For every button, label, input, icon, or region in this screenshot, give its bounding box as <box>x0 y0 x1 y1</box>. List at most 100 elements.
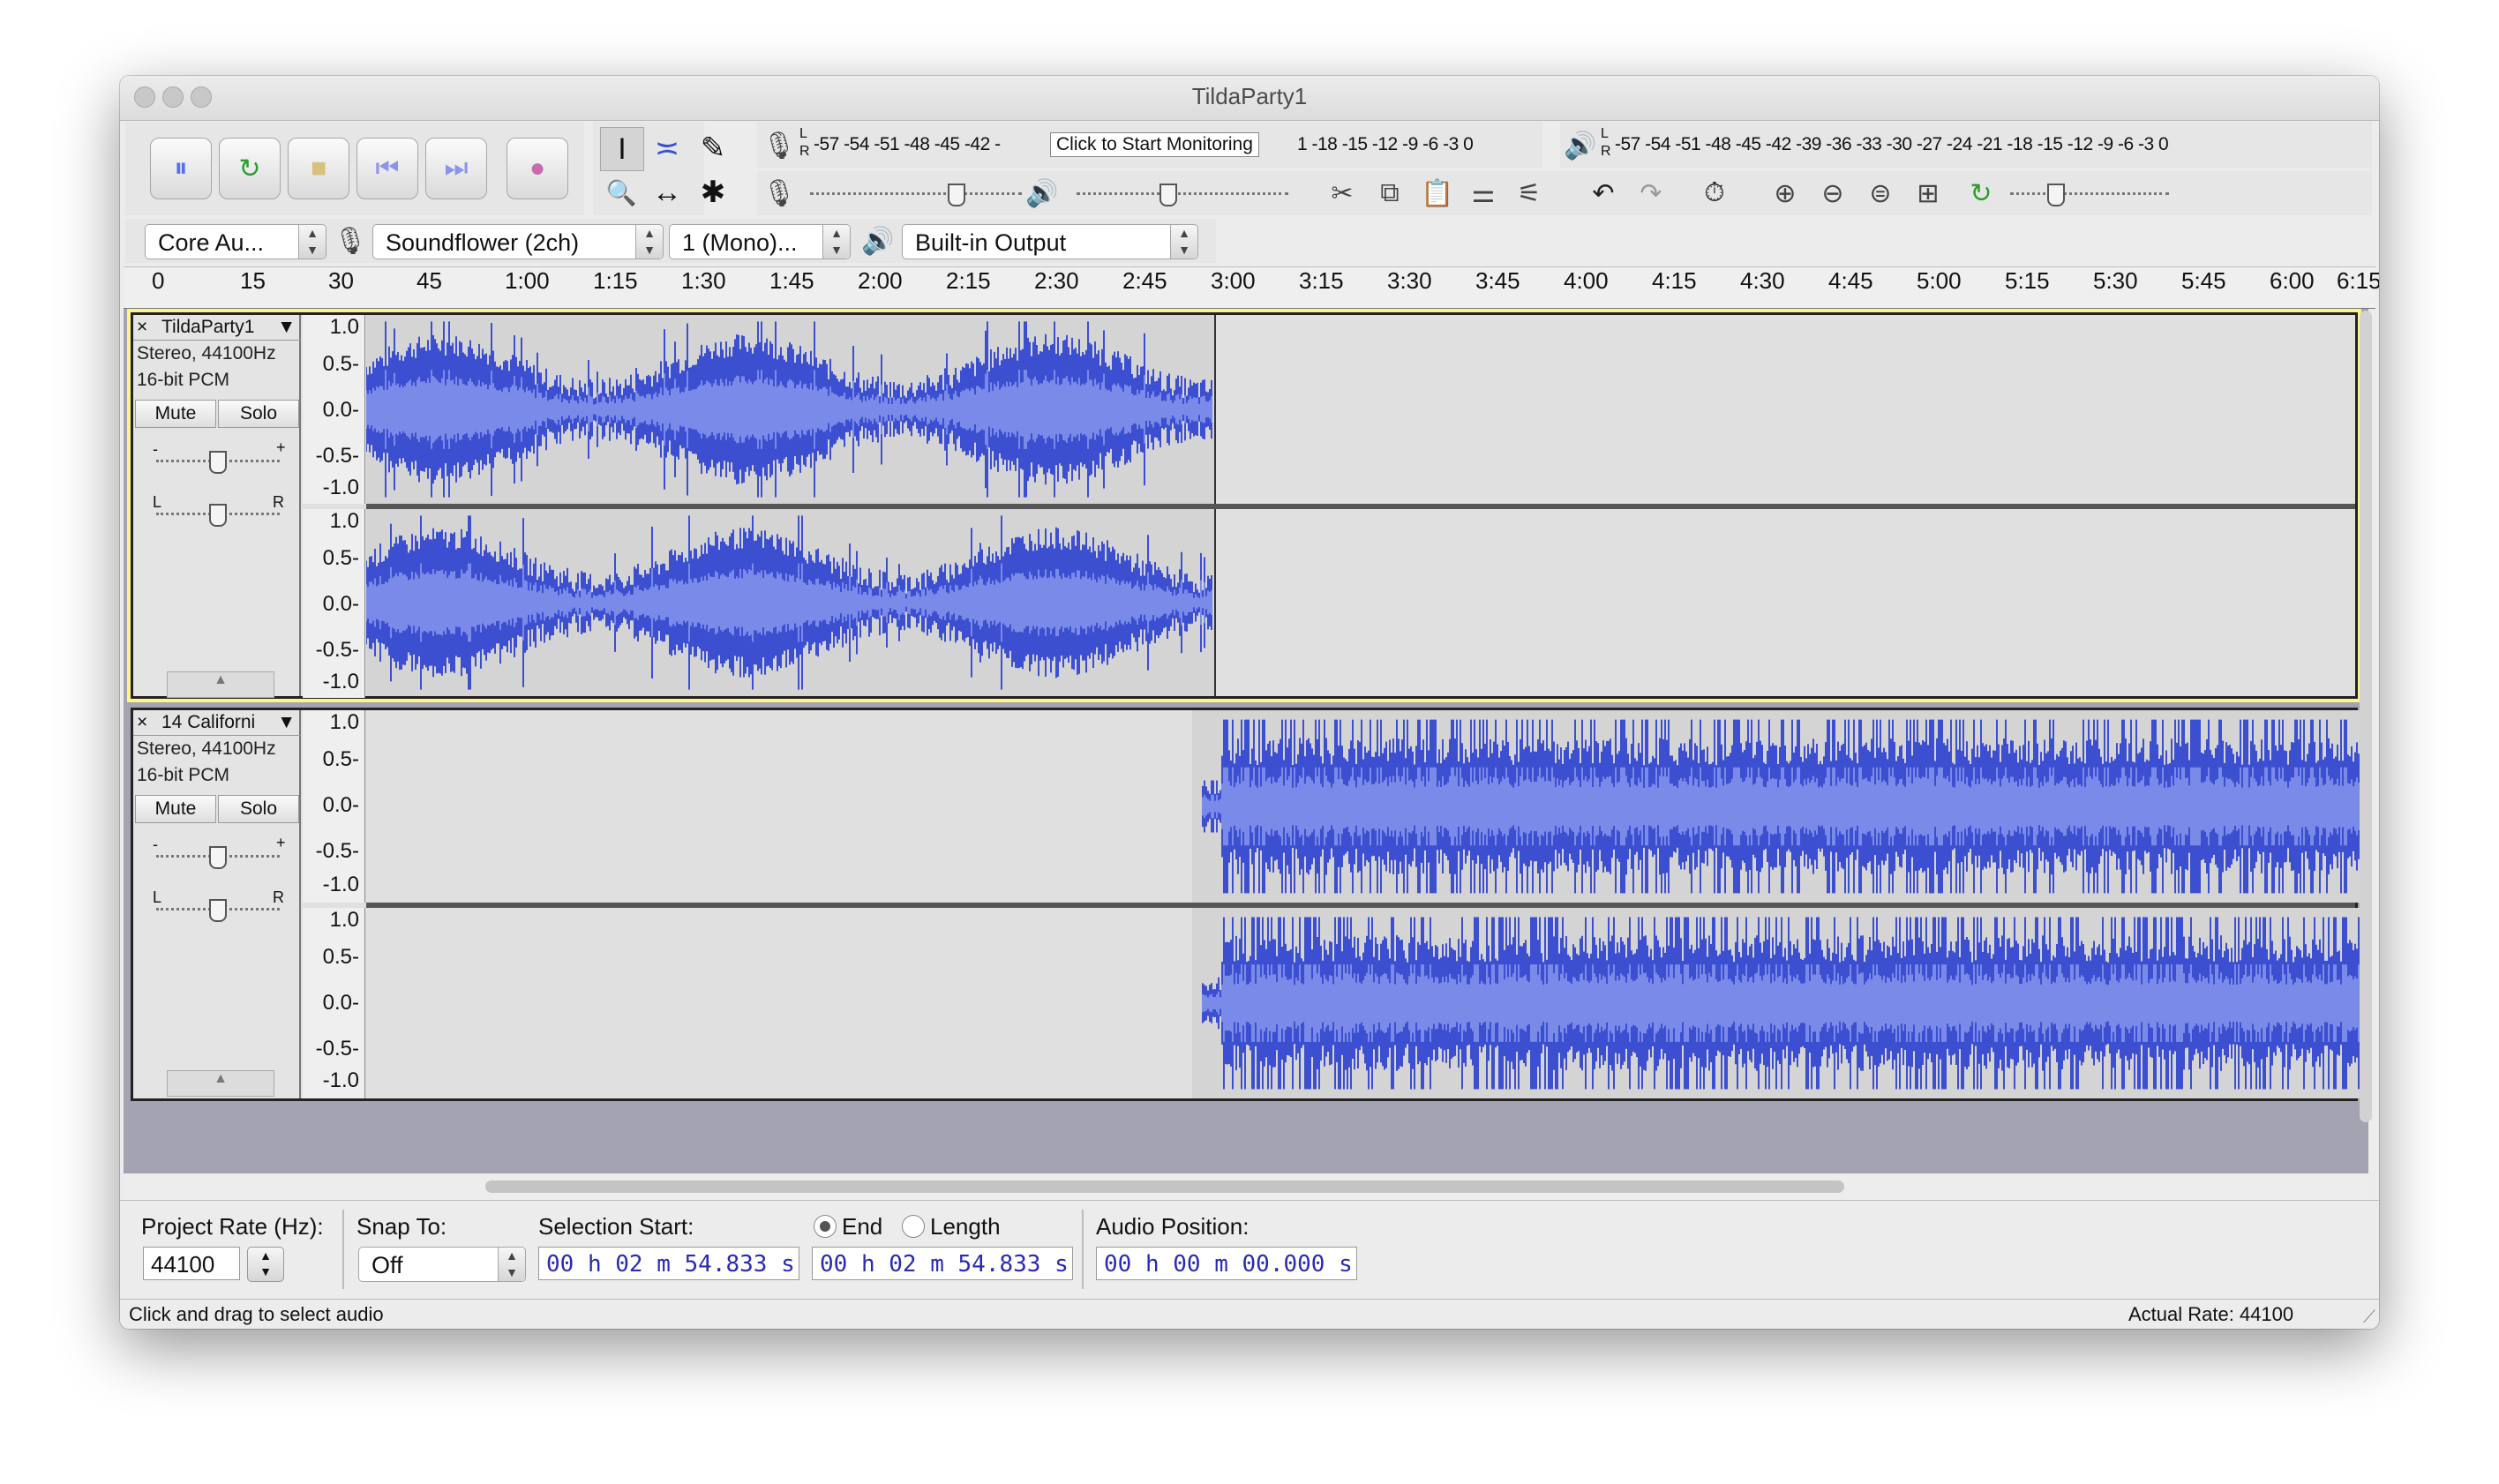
track-name-bar[interactable]: × 14 Californi ▼ <box>133 710 301 736</box>
waveform-channel-right[interactable] <box>365 509 2355 696</box>
play-speed-slider[interactable] <box>2010 192 2169 195</box>
trim-audio-icon[interactable]: ⚌ <box>1463 173 1504 214</box>
record-meter-scale-tail[interactable]: 1 -18 -15 -12 -9 -6 -3 0 <box>1297 127 1474 162</box>
gain-minus-label: - <box>153 836 158 853</box>
track-menu-dropdown-icon[interactable]: ▼ <box>277 710 296 735</box>
horizontal-scrollbar[interactable] <box>124 1173 2368 1200</box>
multi-tool[interactable]: ✱ <box>692 171 734 214</box>
cut-icon[interactable]: ✂ <box>1322 173 1362 214</box>
zoom-in-icon[interactable]: ⊕ <box>1765 173 1805 214</box>
track-name-bar[interactable]: × TildaParty1 ▼ <box>133 315 301 341</box>
draw-tool[interactable]: ✎ <box>692 127 734 169</box>
transport-toolbar: ⏸ ↻ ■ ⏮ ⏭ ● <box>125 122 584 215</box>
divider <box>342 1210 344 1289</box>
paste-icon[interactable]: 📋 <box>1417 173 1458 214</box>
recording-device-select[interactable]: Soundflower (2ch) ▲ ▼ <box>372 224 664 259</box>
play-at-speed-icon[interactable]: ↻ <box>1961 173 2001 214</box>
output-volume-thumb[interactable] <box>1159 184 1177 206</box>
timeline-ruler[interactable]: 0 15 30 45 1:00 1:15 1:30 1:45 2:00 2:15 2:30 2:45 3… <box>124 266 2379 309</box>
snap-to-select[interactable]: Off ▲ ▼ <box>358 1247 526 1282</box>
mute-button[interactable]: Mute <box>135 400 216 428</box>
recording-channels-select[interactable]: 1 (Mono)... ▲ ▼ <box>669 224 851 259</box>
end-radio[interactable] <box>814 1215 837 1238</box>
amplitude-ruler-left: 1.0 0.5- 0.0- -0.5- -1.0 <box>303 710 365 903</box>
skip-to-end-button[interactable]: ⏭ <box>425 138 487 199</box>
record-meter-scale[interactable]: -57 -54 -51 -48 -45 -42 - <box>814 127 1001 162</box>
horizontal-scrollbar-thumb[interactable] <box>485 1180 1844 1193</box>
input-volume-thumb[interactable] <box>948 184 965 206</box>
redo-icon[interactable]: ↷ <box>1631 173 1671 214</box>
track-format: Stereo, 44100Hz <box>137 343 276 364</box>
pan-slider-thumb[interactable] <box>209 504 227 527</box>
stop-button[interactable]: ■ <box>288 138 349 199</box>
selection-toolbar: Project Rate (Hz): 44100 ▲ ▼ Snap To: Off… <box>120 1200 2379 1300</box>
collapse-track-button[interactable]: ▲ <box>167 671 274 698</box>
playback-meter-scale[interactable]: -57 -54 -51 -48 -45 -42 -39 -36 -33 -30 … <box>1615 127 2169 162</box>
status-message: Click and drag to select audio <box>129 1303 384 1325</box>
zoom-out-icon[interactable]: ⊖ <box>1812 173 1853 214</box>
waveform-channel-left[interactable] <box>366 710 2360 903</box>
time-shift-tool[interactable]: ↔ <box>646 171 688 214</box>
silence-audio-icon[interactable]: ⚟ <box>1509 173 1550 214</box>
mute-button[interactable]: Mute <box>135 795 216 823</box>
waveform-channel-left[interactable] <box>365 315 2355 504</box>
ruler-tick-label: 4:30 <box>1740 267 1785 294</box>
copy-icon[interactable]: ⧉ <box>1370 173 1410 214</box>
selection-end-time[interactable]: 00 h 02 m 54.833 s <box>812 1247 1073 1280</box>
audio-track[interactable]: × 14 Californi ▼ Stereo, 44100Hz 16-bit … <box>131 708 2360 1101</box>
ruler-tick-label: 1:00 <box>505 267 550 294</box>
chevron-updown-icon: ▲ ▼ <box>635 225 663 259</box>
selection-tool[interactable]: I <box>600 127 644 171</box>
play-speed-thumb[interactable] <box>2047 184 2065 206</box>
fit-project-icon[interactable]: ⊞ <box>1908 173 1948 214</box>
gain-slider-thumb[interactable] <box>209 451 227 474</box>
pan-left-label: L <box>153 493 162 511</box>
audio-track[interactable]: × TildaParty1 ▼ Stereo, 44100Hz 16-bit P… <box>127 309 2361 702</box>
undo-icon[interactable]: ↶ <box>1583 173 1624 214</box>
zoom-tool[interactable]: 🔍 <box>600 171 642 214</box>
waveform-channel-right[interactable] <box>366 908 2360 1098</box>
solo-button[interactable]: Solo <box>218 795 299 823</box>
input-volume-slider[interactable] <box>810 192 1022 195</box>
selection-start-time[interactable]: 00 h 02 m 54.833 s <box>538 1247 799 1280</box>
pause-button[interactable]: ⏸ <box>150 138 212 199</box>
record-meter-toolbar: 🎙 LR -57 -54 -51 -48 -45 -42 - Click to … <box>757 122 1542 168</box>
audio-position-label: Audio Position: <box>1096 1213 1250 1240</box>
device-toolbar: Core Au... ▲ ▼ 🎙 Soundflower (2ch) ▲ ▼ 1 (Mo… <box>125 219 1216 263</box>
length-radio[interactable] <box>902 1215 925 1238</box>
fit-selection-icon[interactable]: ⊜ <box>1860 173 1901 214</box>
audio-position-time[interactable]: 00 h 00 m 00.000 s <box>1096 1247 1357 1280</box>
pan-left-label: L <box>153 888 162 906</box>
skip-to-start-button[interactable]: ⏮ <box>356 138 418 199</box>
collapse-track-button[interactable]: ▲ <box>167 1070 274 1097</box>
actual-rate: Actual Rate: 44100 <box>2128 1303 2294 1325</box>
solo-button[interactable]: Solo <box>218 400 299 428</box>
gain-slider-thumb[interactable] <box>209 846 227 869</box>
project-rate-stepper[interactable]: ▲ ▼ <box>247 1247 284 1282</box>
tracks-area: × TildaParty1 ▼ Stereo, 44100Hz 16-bit P… <box>124 309 2368 1173</box>
loop-play-button[interactable]: ↻ <box>219 138 281 199</box>
click-to-start-monitoring[interactable]: Click to Start Monitoring <box>1050 132 1259 157</box>
ruler-tick-label: 5:00 <box>1917 267 1962 294</box>
pan-slider-thumb[interactable] <box>209 899 227 922</box>
playback-device-select[interactable]: Built-in Output ▲ ▼ <box>902 224 1198 259</box>
audio-host-select[interactable]: Core Au... ▲ ▼ <box>145 224 326 259</box>
close-track-icon[interactable]: × <box>137 315 147 340</box>
chevron-updown-icon: ▲ ▼ <box>822 225 850 259</box>
record-button[interactable]: ● <box>507 138 568 199</box>
output-volume-slider[interactable] <box>1077 192 1288 195</box>
resize-grip-icon[interactable]: ⟋ <box>2363 1308 2375 1328</box>
project-rate-input[interactable]: 44100 <box>143 1247 240 1280</box>
waveform <box>1192 710 2360 903</box>
track-menu-dropdown-icon[interactable]: ▼ <box>277 315 296 340</box>
skip-end-icon: ⏭ <box>444 154 469 183</box>
input-volume-mic-icon: 🎙 <box>762 178 797 208</box>
ruler-tick-label: 2:00 <box>858 267 903 294</box>
sync-lock-icon[interactable]: ⏱ <box>1694 173 1735 214</box>
skip-start-icon: ⏮ <box>375 154 400 183</box>
record-meter-channels: LR <box>799 126 810 159</box>
chevron-updown-icon: ▲ ▼ <box>298 225 326 259</box>
vertical-scrollbar[interactable] <box>2360 311 2372 1122</box>
close-track-icon[interactable]: × <box>137 710 147 735</box>
envelope-tool[interactable]: ≍ <box>646 127 688 169</box>
